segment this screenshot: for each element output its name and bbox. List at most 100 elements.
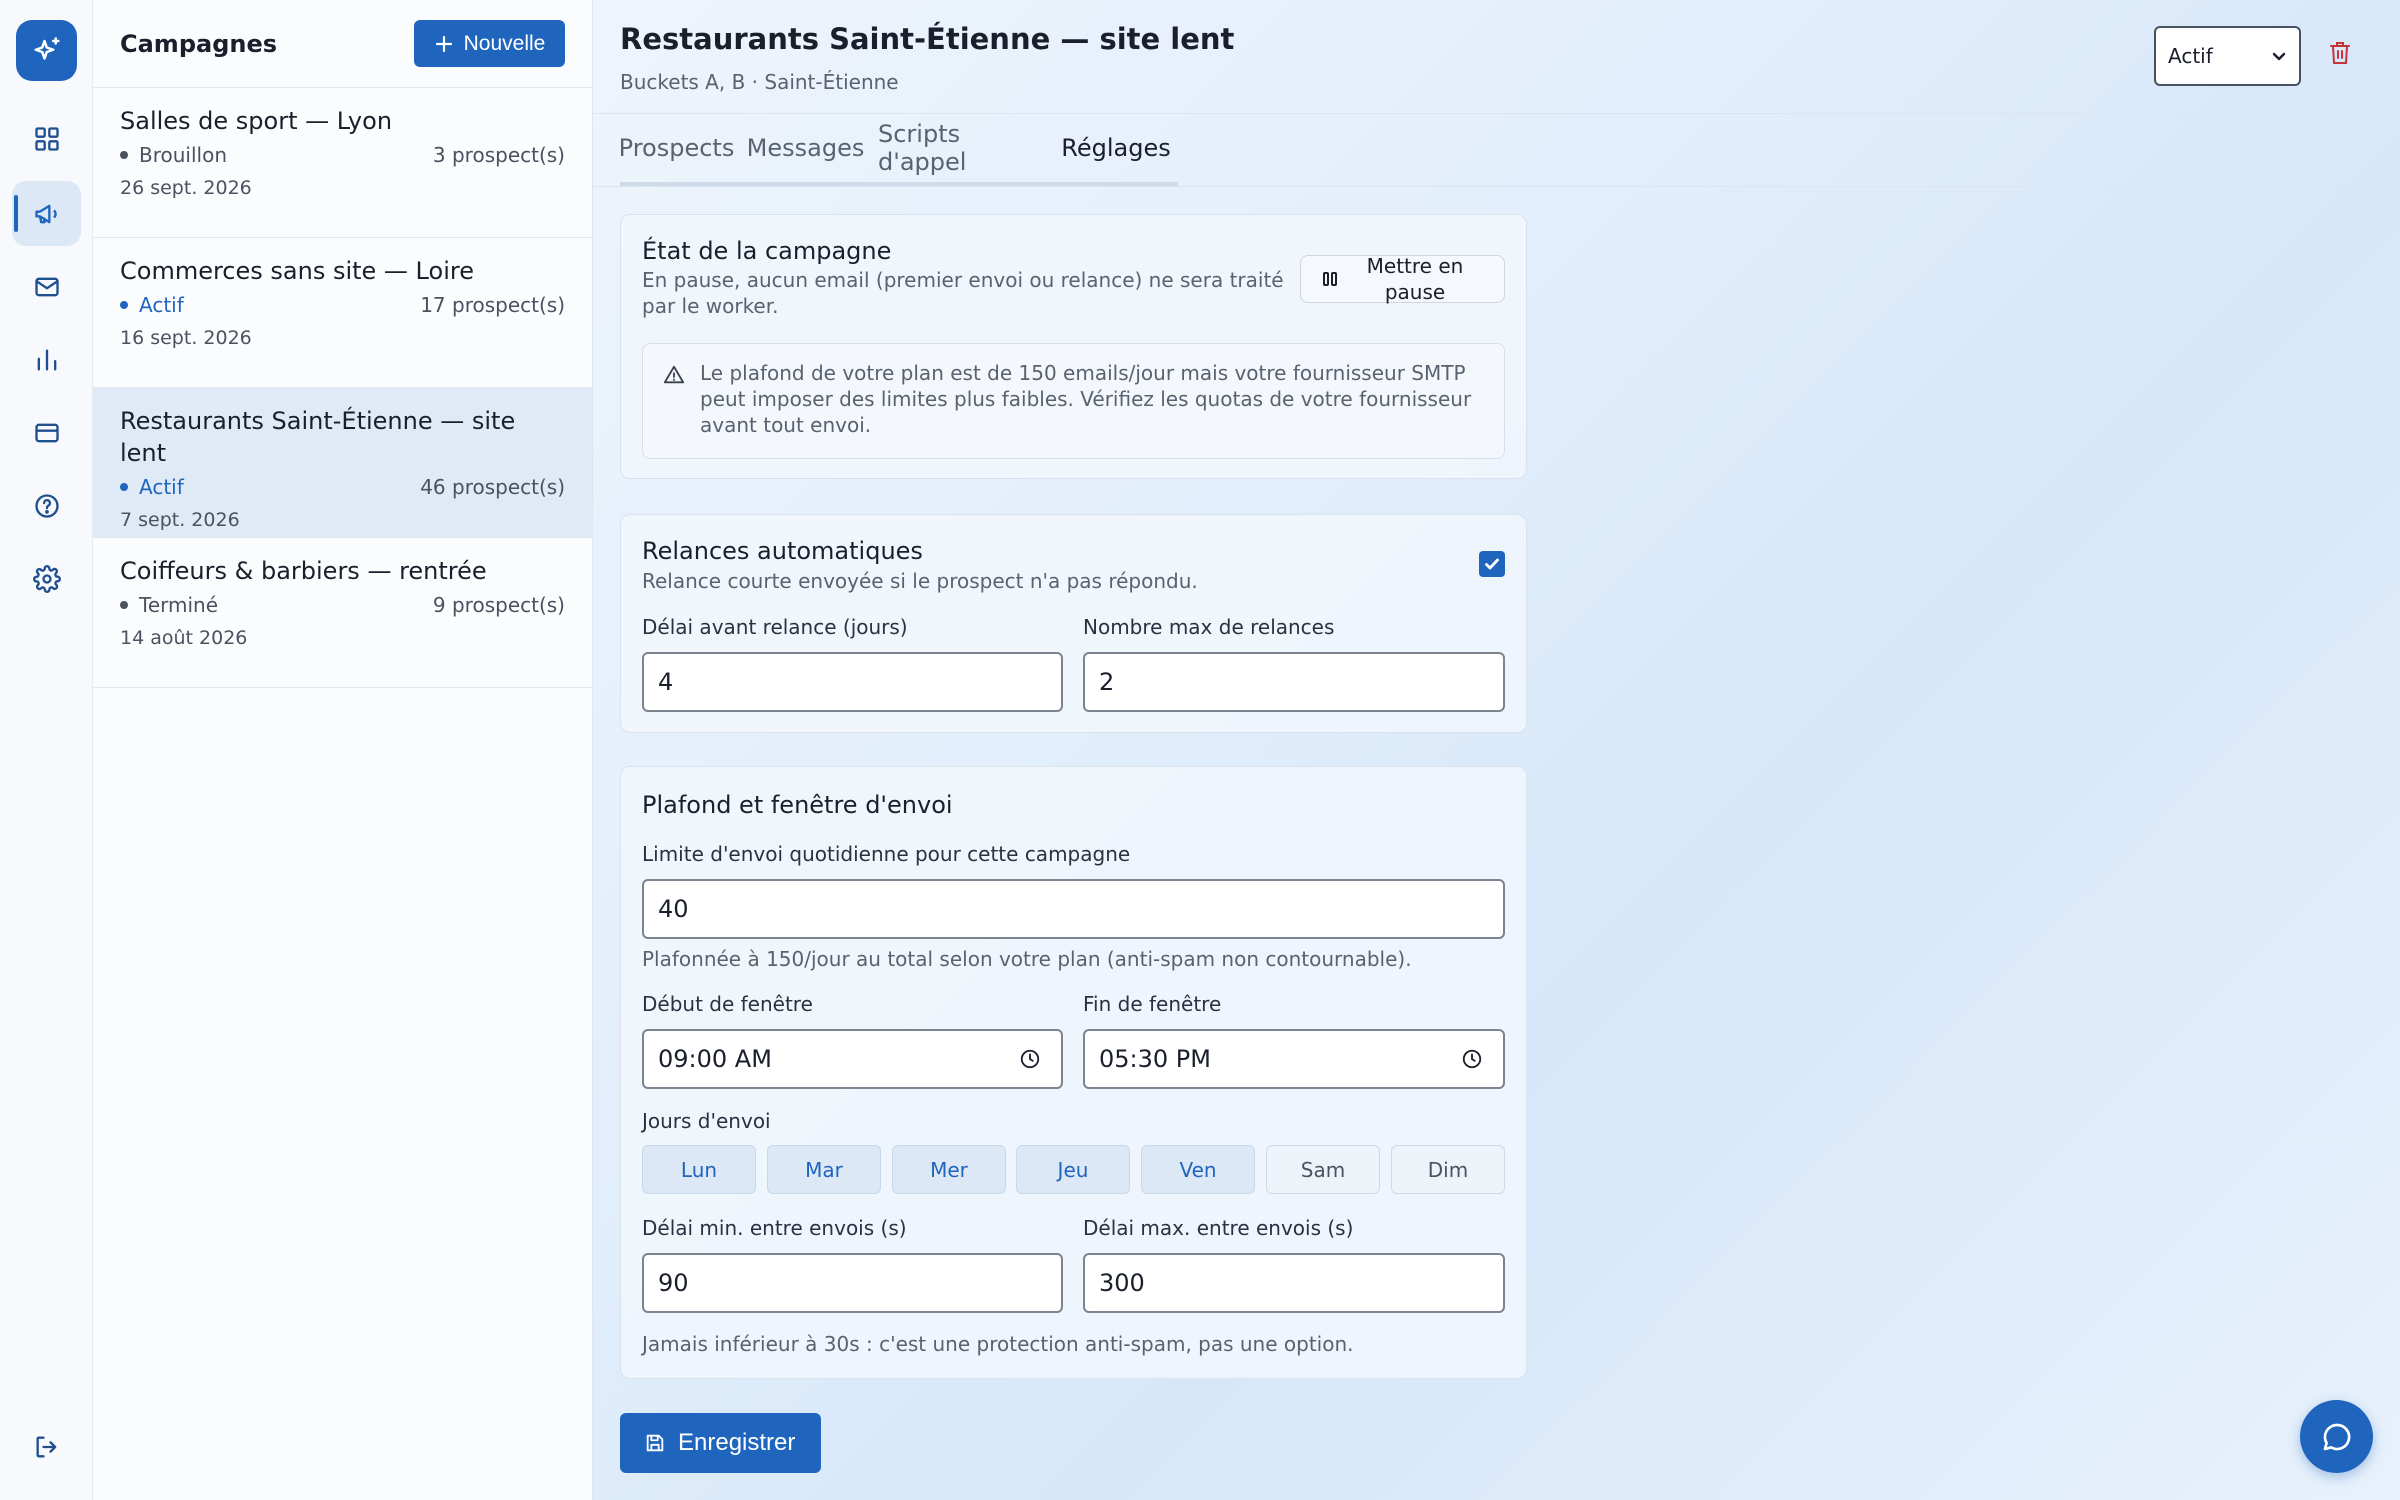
pause-button-label: Mettre en pause <box>1366 254 1464 304</box>
followup-card-description: Relance courte envoyée si le prospect n'… <box>642 569 1198 593</box>
campaign-status: Brouillon <box>120 143 227 167</box>
day-toggle-sam[interactable]: Sam <box>1266 1145 1380 1194</box>
send-window-card-title: Plafond et fenêtre d'envoi <box>642 791 953 819</box>
save-button[interactable]: Enregistrer <box>620 1413 821 1473</box>
campaign-status-select[interactable]: Actif <box>2154 26 2301 86</box>
campaign-list-title: Campagnes <box>120 29 278 58</box>
campaign-status: Actif <box>120 475 184 499</box>
campaign-status: Terminé <box>120 593 218 617</box>
max-delay-label: Délai max. entre envois (s) <box>1083 1216 1354 1240</box>
billing-card-icon[interactable] <box>12 400 81 465</box>
followup-max-input[interactable]: 2 <box>1083 652 1505 712</box>
new-campaign-label: Nouvelle <box>463 31 546 55</box>
followup-delay-input[interactable]: 4 <box>642 652 1063 712</box>
campaign-detail: Restaurants Saint-Étienne — site lent Bu… <box>593 0 2400 1500</box>
window-start-input[interactable]: 09:00 AM <box>642 1029 1063 1089</box>
campaign-list-header: Campagnes Nouvelle <box>93 0 592 88</box>
followup-enabled-checkbox[interactable] <box>1479 551 1505 577</box>
daily-limit-label: Limite d'envoi quotidienne pour cette ca… <box>642 842 1131 866</box>
chat-bubble-icon[interactable] <box>2300 1400 2373 1473</box>
campaigns-megaphone-icon[interactable] <box>12 181 81 246</box>
page-subtitle: Buckets A, B · Saint-Étienne <box>620 70 899 94</box>
state-card-title: État de la campagne <box>642 237 892 265</box>
pause-icon <box>1323 272 1337 286</box>
campaign-list-item[interactable]: Salles de sport — Lyon Brouillon 3 prosp… <box>93 88 592 238</box>
status-select-value: Actif <box>2168 44 2213 68</box>
clock-icon <box>1462 1049 1482 1069</box>
tab-settings[interactable]: Réglages <box>1054 114 1178 186</box>
checkmark-icon <box>1485 558 1499 570</box>
warning-triangle-icon <box>663 365 685 384</box>
new-campaign-button[interactable]: Nouvelle <box>414 20 565 67</box>
campaign-prospect-count: 17 prospect(s) <box>420 293 565 317</box>
day-toggle-lun[interactable]: Lun <box>642 1145 756 1194</box>
state-card-description: En pause, aucun email (premier envoi ou … <box>642 268 1284 318</box>
campaign-date: 7 sept. 2026 <box>120 509 240 531</box>
page-title: Restaurants Saint-Étienne — site lent <box>620 22 1235 56</box>
followup-card: Relances automatiques Relance courte env… <box>620 514 1527 733</box>
followup-max-label: Nombre max de relances <box>1083 615 1335 639</box>
campaign-header: Restaurants Saint-Étienne — site lent Bu… <box>620 22 1234 94</box>
analytics-chart-icon[interactable] <box>12 327 81 392</box>
window-end-input[interactable]: 05:30 PM <box>1083 1029 1505 1089</box>
campaign-status: Actif <box>120 293 184 317</box>
tab-call-scripts[interactable]: Scripts d'appel <box>878 114 1054 186</box>
plus-icon <box>435 35 452 52</box>
delay-hint: Jamais inférieur à 30s : c'est une prote… <box>642 1332 1354 1356</box>
tab-bar: Prospects Messages Scripts d'appel Régla… <box>593 113 2400 187</box>
pause-campaign-button[interactable]: Mettre en pause <box>1300 254 1505 304</box>
daily-limit-input[interactable]: 40 <box>642 879 1505 939</box>
tab-messages[interactable]: Messages <box>733 114 878 186</box>
day-toggle-dim[interactable]: Dim <box>1391 1145 1505 1194</box>
settings-gear-icon[interactable] <box>12 546 81 611</box>
campaign-list-panel: Campagnes Nouvelle Salles de sport — Lyo… <box>93 0 593 1500</box>
campaign-status-label: Brouillon <box>139 143 227 167</box>
smtp-warning: Le plafond de votre plan est de 150 emai… <box>642 343 1505 459</box>
window-end-label: Fin de fenêtre <box>1083 992 1222 1016</box>
campaign-status-label: Terminé <box>139 593 219 617</box>
max-delay-input[interactable]: 300 <box>1083 1253 1505 1313</box>
followup-delay-label: Délai avant relance (jours) <box>642 615 908 639</box>
campaign-name: Coiffeurs & barbiers — rentrée <box>120 557 487 585</box>
day-toggle-mar[interactable]: Mar <box>767 1145 881 1194</box>
campaign-name: Salles de sport — Lyon <box>120 107 393 135</box>
campaign-prospect-count: 9 prospect(s) <box>432 593 565 617</box>
icon-rail <box>0 0 93 1500</box>
followup-card-title: Relances automatiques <box>642 537 923 565</box>
campaign-date: 16 sept. 2026 <box>120 327 252 349</box>
mail-icon[interactable] <box>12 254 81 319</box>
min-delay-input[interactable]: 90 <box>642 1253 1063 1313</box>
save-disk-icon <box>646 1434 664 1452</box>
status-dot <box>120 601 128 609</box>
help-circle-icon[interactable] <box>12 473 81 538</box>
window-start-value: 09:00 AM <box>658 1045 772 1073</box>
min-delay-label: Délai min. entre envois (s) <box>642 1216 907 1240</box>
campaign-status-label: Actif <box>139 475 184 499</box>
campaign-date: 26 sept. 2026 <box>120 177 252 199</box>
logout-icon[interactable] <box>12 1414 81 1479</box>
dashboard-grid-icon[interactable] <box>12 106 81 171</box>
campaign-prospect-count: 3 prospect(s) <box>432 143 565 167</box>
status-dot <box>120 151 128 159</box>
chevron-down-icon <box>2272 52 2286 61</box>
campaign-state-card: État de la campagne En pause, aucun emai… <box>620 214 1527 479</box>
app-logo-sparkle-icon[interactable] <box>16 20 77 81</box>
day-toggle-ven[interactable]: Ven <box>1141 1145 1255 1194</box>
clock-icon <box>1020 1049 1040 1069</box>
save-button-label: Enregistrer <box>678 1429 796 1456</box>
smtp-warning-text: Le plafond de votre plan est de 150 emai… <box>700 361 1472 437</box>
day-toggle-mer[interactable]: Mer <box>892 1145 1006 1194</box>
campaign-name: Commerces sans site — Loire <box>120 257 474 285</box>
delete-trash-icon[interactable] <box>2328 40 2352 70</box>
send-days-label: Jours d'envoi <box>642 1109 771 1133</box>
day-toggle-jeu[interactable]: Jeu <box>1016 1145 1130 1194</box>
campaign-list-item-selected[interactable]: Restaurants Saint-Étienne — site lent Ac… <box>93 388 592 538</box>
campaign-prospect-count: 46 prospect(s) <box>420 475 565 499</box>
window-end-value: 05:30 PM <box>1099 1045 1211 1073</box>
tab-prospects[interactable]: Prospects <box>619 114 734 186</box>
campaign-list-item[interactable]: Commerces sans site — Loire Actif 17 pro… <box>93 238 592 388</box>
campaign-list-item[interactable]: Coiffeurs & barbiers — rentrée Terminé 9… <box>93 538 592 688</box>
window-start-label: Début de fenêtre <box>642 992 813 1016</box>
daily-limit-hint: Plafonnée à 150/jour au total selon votr… <box>642 947 1412 971</box>
campaign-name: Restaurants Saint-Étienne — site lent <box>120 407 516 467</box>
